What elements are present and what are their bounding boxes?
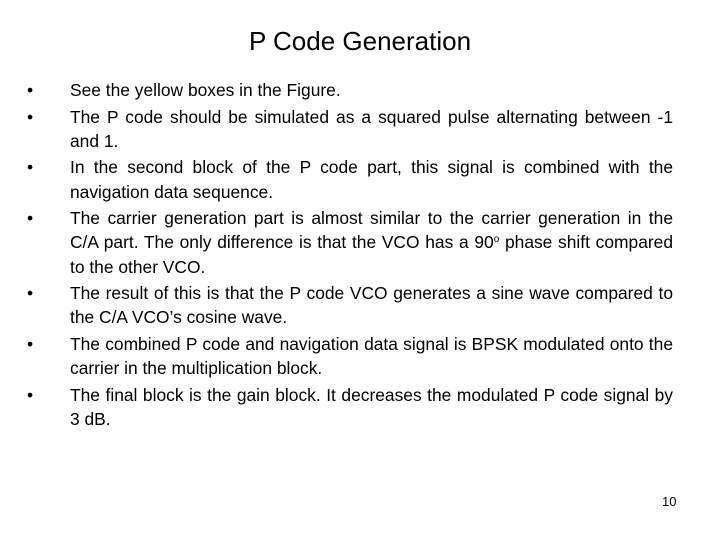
bullet-item: • See the yellow boxes in the Figure. <box>25 78 673 102</box>
bullet-item: • The combined P code and navigation data… <box>25 332 673 380</box>
bullet-item: • The result of this is that the P code V… <box>25 281 673 329</box>
bullet-icon: • <box>27 333 34 354</box>
bullet-icon: • <box>27 208 34 229</box>
bullet-icon: • <box>27 384 34 405</box>
bullet-list: • See the yellow boxes in the Figure. • Th… <box>25 78 673 434</box>
bullet-item: • The P code should be simulated as a squ… <box>25 105 673 153</box>
bullet-item: • The carrier generation part is almost s… <box>25 206 673 279</box>
bullet-text: The combined P code and navigation data … <box>70 333 673 379</box>
bullet-text: See the yellow boxes in the Figure. <box>70 80 341 100</box>
bullet-text: The carrier generation part is almost si… <box>70 208 673 276</box>
bullet-item: • The final block is the gain block. It d… <box>25 383 673 431</box>
bullet-text: In the second block of the P code part, … <box>70 157 673 202</box>
page-number: 10 <box>662 494 677 509</box>
bullet-text: The result of this is that the P code VC… <box>70 283 673 328</box>
bullet-text: The P code should be simulated as a squa… <box>70 106 673 151</box>
bullet-icon: • <box>27 283 34 304</box>
bullet-icon: • <box>27 157 34 178</box>
bullet-icon: • <box>27 80 34 100</box>
bullet-icon: • <box>27 106 34 127</box>
bullet-text: The final block is the gain block. It de… <box>70 384 673 429</box>
slide-title: P Code Generation <box>248 26 472 56</box>
bullet-item: • In the second block of the P code part,… <box>25 155 673 203</box>
